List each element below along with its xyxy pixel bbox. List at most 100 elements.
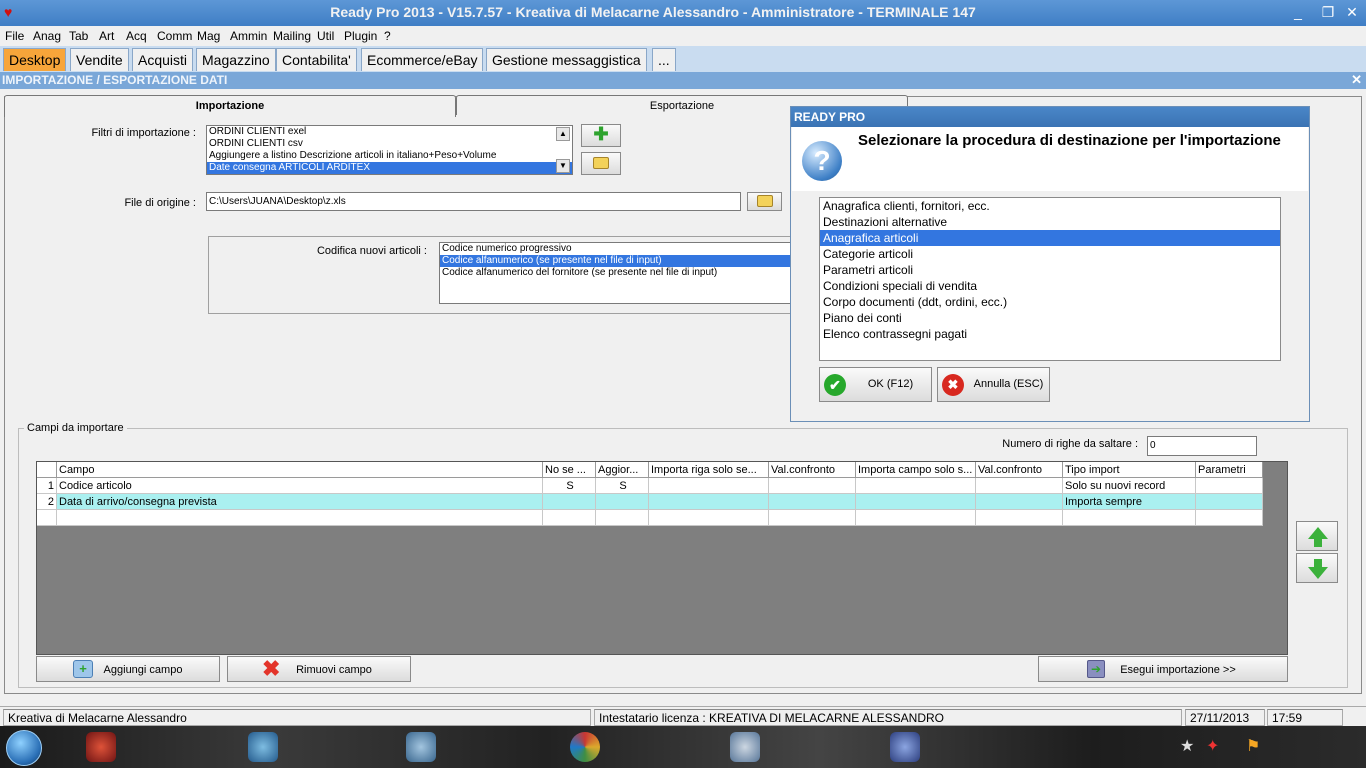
menu-anag[interactable]: Anag xyxy=(33,29,61,43)
browse-file-button[interactable] xyxy=(747,192,782,211)
table-cell[interactable] xyxy=(769,510,856,526)
list-item[interactable]: Condizioni speciali di vendita xyxy=(820,278,1280,294)
table-cell[interactable] xyxy=(856,478,976,494)
tray-icon[interactable]: ★ xyxy=(1180,736,1194,756)
menu-tab[interactable]: Tab xyxy=(69,29,88,43)
list-item[interactable]: Codice alfanumerico del fornitore (se pr… xyxy=(440,267,798,279)
tab-magazzino[interactable]: Magazzino xyxy=(196,48,276,71)
table-cell[interactable] xyxy=(856,510,976,526)
menu-art[interactable]: Art xyxy=(99,29,114,43)
list-item[interactable]: ORDINI CLIENTI csv xyxy=(207,138,572,150)
menu-help[interactable]: ? xyxy=(384,29,391,43)
menu-comm[interactable]: Comm xyxy=(157,29,192,43)
grid-header[interactable]: Tipo import xyxy=(1063,462,1196,478)
list-item[interactable]: Date consegna ARTICOLI ARDITEX xyxy=(207,162,572,174)
table-cell[interactable] xyxy=(976,478,1063,494)
menu-file[interactable]: File xyxy=(5,29,24,43)
restore-button[interactable]: ❐ xyxy=(1316,2,1340,22)
minimize-button[interactable]: _ xyxy=(1286,2,1310,22)
table-cell[interactable] xyxy=(1196,494,1263,510)
remove-field-button[interactable]: ✖ Rimuovi campo xyxy=(227,656,411,682)
list-item[interactable]: Anagrafica clienti, fornitori, ecc. xyxy=(820,198,1280,214)
tab-vendite[interactable]: Vendite xyxy=(70,48,129,71)
ok-button[interactable]: ✔ OK (F12) xyxy=(819,367,932,402)
taskbar-app-icon[interactable] xyxy=(86,732,116,762)
tray-icon[interactable]: ⚑ xyxy=(1246,736,1260,756)
list-item[interactable]: Piano dei conti xyxy=(820,310,1280,326)
list-item[interactable]: Anagrafica articoli xyxy=(820,230,1280,246)
table-cell[interactable] xyxy=(1196,510,1263,526)
table-cell[interactable] xyxy=(1196,478,1263,494)
table-cell[interactable]: Codice articolo xyxy=(57,478,543,494)
list-item[interactable]: Elenco contrassegni pagati xyxy=(820,326,1280,342)
list-item[interactable]: Aggiungere a listino Descrizione articol… xyxy=(207,150,572,162)
tab-acquisti[interactable]: Acquisti xyxy=(132,48,194,71)
grid-header[interactable]: Campo xyxy=(57,462,543,478)
tab-desktop[interactable]: Desktop xyxy=(3,48,67,71)
tray-icon[interactable]: ✦ xyxy=(1206,736,1219,756)
list-item[interactable]: Corpo documenti (ddt, ordini, ecc.) xyxy=(820,294,1280,310)
cancel-button[interactable]: ✖ Annulla (ESC) xyxy=(937,367,1050,402)
table-cell[interactable] xyxy=(543,494,596,510)
menu-acq[interactable]: Acq xyxy=(126,29,147,43)
table-cell[interactable]: S xyxy=(543,478,596,494)
table-cell[interactable] xyxy=(649,478,769,494)
list-item[interactable]: Codice numerico progressivo xyxy=(440,243,798,255)
list-item[interactable]: Categorie articoli xyxy=(820,246,1280,262)
filters-list[interactable]: ORDINI CLIENTI exel ORDINI CLIENTI csv A… xyxy=(206,125,573,175)
move-up-button[interactable] xyxy=(1296,521,1338,551)
menu-mag[interactable]: Mag xyxy=(197,29,220,43)
menu-plugin[interactable]: Plugin xyxy=(344,29,377,43)
new-code-list[interactable]: Codice numerico progressivo Codice alfan… xyxy=(439,242,799,304)
skip-rows-input[interactable]: 0 xyxy=(1147,436,1257,456)
list-item[interactable]: Codice alfanumerico (se presente nel fil… xyxy=(440,255,798,267)
list-item[interactable]: ORDINI CLIENTI exel xyxy=(207,126,572,138)
tab-importazione[interactable]: Importazione xyxy=(4,95,456,117)
scroll-down-icon[interactable]: ▼ xyxy=(556,159,570,173)
grid-header[interactable]: Val.confronto xyxy=(769,462,856,478)
tab-more[interactable]: ... xyxy=(652,48,676,71)
table-cell[interactable] xyxy=(1063,510,1196,526)
table-cell[interactable] xyxy=(57,510,543,526)
move-down-button[interactable] xyxy=(1296,553,1338,583)
source-file-input[interactable]: C:\Users\JUANA\Desktop\z.xls xyxy=(206,192,741,211)
open-filter-button[interactable] xyxy=(581,152,621,175)
table-cell[interactable] xyxy=(976,510,1063,526)
table-cell[interactable] xyxy=(976,494,1063,510)
taskbar-app-icon[interactable] xyxy=(406,732,436,762)
table-cell[interactable] xyxy=(649,494,769,510)
grid-header[interactable]: Parametri xyxy=(1196,462,1263,478)
grid-header[interactable]: Aggior... xyxy=(596,462,649,478)
tab-ecommerce[interactable]: Ecommerce/eBay xyxy=(361,48,484,71)
run-import-button[interactable]: ➔ Esegui importazione >> xyxy=(1038,656,1288,682)
tab-contabilita[interactable]: Contabilita' xyxy=(276,48,357,71)
table-cell[interactable] xyxy=(596,510,649,526)
chrome-icon[interactable] xyxy=(570,732,600,762)
table-cell[interactable]: Solo su nuovi record xyxy=(1063,478,1196,494)
menu-mailing[interactable]: Mailing xyxy=(273,29,311,43)
taskbar-app-icon[interactable] xyxy=(248,732,278,762)
list-item[interactable]: Destinazioni alternative xyxy=(820,214,1280,230)
add-field-button[interactable]: + Aggiungi campo xyxy=(36,656,220,682)
tab-messaggistica[interactable]: Gestione messaggistica xyxy=(486,48,647,71)
table-cell[interactable] xyxy=(769,478,856,494)
taskbar-app-icon[interactable] xyxy=(890,732,920,762)
taskbar-app-icon[interactable] xyxy=(730,732,760,762)
menu-ammin[interactable]: Ammin xyxy=(230,29,267,43)
start-button[interactable] xyxy=(6,730,42,766)
table-cell[interactable] xyxy=(856,494,976,510)
list-item[interactable]: Parametri articoli xyxy=(820,262,1280,278)
scroll-up-icon[interactable]: ▲ xyxy=(556,127,570,141)
table-cell[interactable] xyxy=(543,510,596,526)
table-cell[interactable] xyxy=(769,494,856,510)
grid-header[interactable]: Importa campo solo s... xyxy=(856,462,976,478)
table-cell[interactable]: Data di arrivo/consegna prevista xyxy=(57,494,543,510)
procedure-list[interactable]: Anagrafica clienti, fornitori, ecc. Dest… xyxy=(819,197,1281,361)
table-cell[interactable] xyxy=(649,510,769,526)
table-cell[interactable] xyxy=(596,494,649,510)
menu-util[interactable]: Util xyxy=(317,29,334,43)
grid-header[interactable]: Importa riga solo se... xyxy=(649,462,769,478)
table-cell[interactable]: S xyxy=(596,478,649,494)
grid-header[interactable]: No se ... xyxy=(543,462,596,478)
add-filter-button[interactable]: ✚ xyxy=(581,124,621,147)
